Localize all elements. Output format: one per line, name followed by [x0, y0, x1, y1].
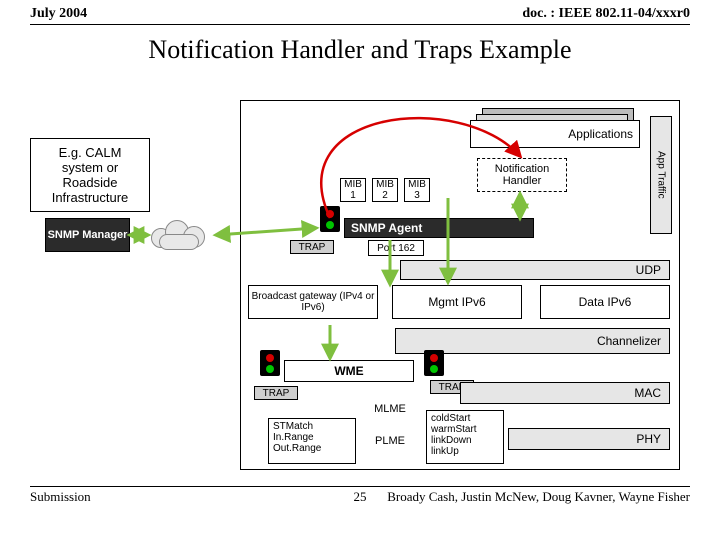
- stmatch-list: STMatch In.Range Out.Range: [268, 418, 356, 464]
- mac-layer: MAC: [460, 382, 670, 404]
- diagram-stage: Applications App Traffic Notification Ha…: [30, 70, 690, 480]
- mib-2: MIB 2: [372, 178, 398, 202]
- trap-wme: TRAP: [254, 386, 298, 400]
- wme-box: WME: [284, 360, 414, 382]
- port-162: Port 162: [368, 240, 424, 256]
- app-traffic-sidebar: App Traffic: [650, 116, 672, 234]
- footer-left: Submission: [30, 489, 91, 505]
- footer-right: Broady Cash, Justin McNew, Doug Kavner, …: [387, 489, 690, 505]
- broadcast-gateway: Broadcast gateway (IPv4 or IPv6): [248, 285, 378, 319]
- traffic-light-agent-icon: [320, 206, 340, 232]
- applications-label: Applications: [568, 127, 633, 141]
- cloud-icon: [145, 220, 215, 254]
- traffic-light-wme2-icon: [424, 350, 444, 376]
- mgmt-ipv6: Mgmt IPv6: [392, 285, 522, 319]
- page-title: Notification Handler and Traps Example: [0, 35, 720, 65]
- coldstart-list: coldStart warmStart linkDown linkUp: [426, 410, 504, 464]
- applications-box: Applications: [470, 120, 640, 148]
- mib-3: MIB 3: [404, 178, 430, 202]
- header-docnum: doc. : IEEE 802.11-04/xxxr0: [522, 6, 690, 22]
- trap-agent: TRAP: [290, 240, 334, 254]
- data-ipv6: Data IPv6: [540, 285, 670, 319]
- udp-layer: UDP: [400, 260, 670, 280]
- header-rule: [30, 24, 690, 25]
- plme-label: PLME: [360, 432, 420, 450]
- snmp-manager: SNMP Manager: [45, 218, 130, 252]
- traffic-light-wme-icon: [260, 350, 280, 376]
- mib-1: MIB 1: [340, 178, 366, 202]
- mlme-label: MLME: [360, 400, 420, 418]
- notification-handler: Notification Handler: [477, 158, 567, 192]
- annotation-box: E.g. CALM system or Roadside Infrastruct…: [30, 138, 150, 212]
- header-date: July 2004: [30, 6, 87, 22]
- phy-layer: PHY: [508, 428, 670, 450]
- page-number: 25: [354, 489, 367, 505]
- snmp-agent: SNMP Agent: [344, 218, 534, 238]
